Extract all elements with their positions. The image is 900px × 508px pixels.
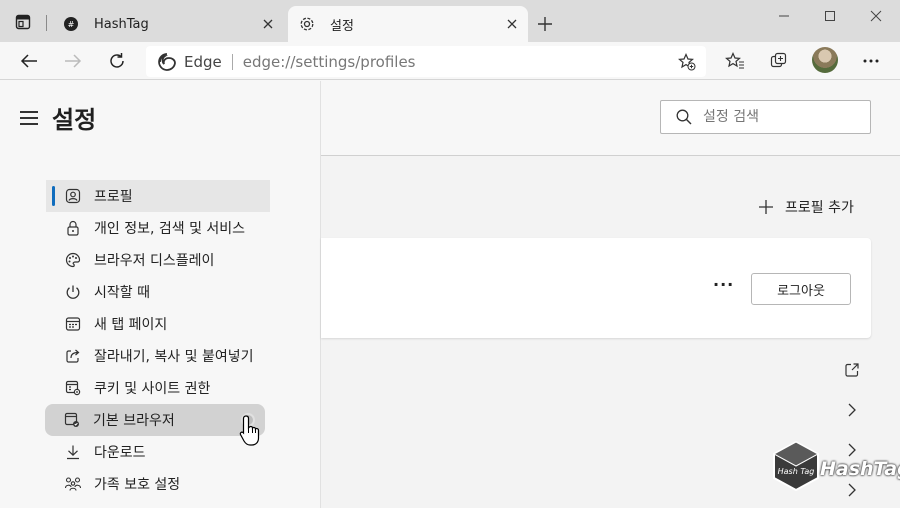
tab-title: HashTag [94, 16, 149, 32]
settings-search-box[interactable] [660, 100, 871, 134]
palette-icon [64, 251, 82, 269]
share-icon [64, 347, 82, 365]
sidebar-item-startup[interactable]: 시작할 때 [46, 276, 276, 308]
lock-icon [64, 219, 82, 237]
plus-icon [759, 200, 773, 214]
new-tab-plus-icon[interactable] [534, 13, 556, 35]
svg-text:#: # [68, 20, 75, 29]
sidebar-item-profiles[interactable]: 프로필 [46, 180, 270, 212]
profile-avatar[interactable] [812, 47, 838, 73]
tab-title: 설정 [330, 18, 354, 34]
close-tab-icon[interactable] [258, 14, 278, 34]
close-tab-icon[interactable] [502, 14, 522, 34]
content-header [321, 81, 900, 156]
tab-settings[interactable]: 설정 [288, 6, 528, 42]
address-bar[interactable]: Edge edge://settings/profiles [146, 46, 706, 77]
forward-arrow-icon[interactable] [60, 48, 86, 74]
hashtag-logo-icon: Hash Tag [772, 440, 820, 492]
gear-icon [298, 15, 316, 33]
add-profile-button[interactable]: 프로필 추가 [757, 197, 854, 217]
hashtag-favicon-icon: # [62, 15, 80, 33]
sidebar-item-label: 시작할 때 [94, 285, 150, 301]
minimize-icon[interactable] [772, 6, 796, 26]
sidebar-item-default-browser[interactable]: 기본 브라우저 [45, 404, 265, 446]
settings-sidebar: 설정 프로필 개인 정보, 검색 및 서비스 브라우저 디스플레이 시작할 때 … [0, 81, 321, 508]
sidebar-item-label: 잘라내기, 복사 및 붙여넣기 [94, 349, 254, 365]
address-divider [231, 53, 233, 70]
hashtag-watermark: Hash Tag HashTag [772, 440, 900, 500]
sidebar-item-new-tab[interactable]: 새 탭 페이지 [46, 308, 276, 340]
tab-separator [46, 15, 47, 31]
browser-name: Edge [184, 52, 222, 71]
edge-logo-icon [158, 52, 176, 71]
chevron-right-icon[interactable] [843, 401, 861, 419]
sidebar-item-privacy[interactable]: 개인 정보, 검색 및 서비스 [46, 212, 276, 244]
watermark-text: HashTag [820, 458, 900, 480]
logout-button[interactable]: 로그아웃 [751, 273, 851, 305]
tab-actions-icon[interactable] [14, 13, 32, 31]
power-icon [64, 283, 82, 301]
add-favorite-star-icon[interactable] [676, 51, 698, 73]
sidebar-item-label: 쿠키 및 사이트 권한 [94, 381, 211, 397]
url-path: settings/profiles [295, 52, 416, 71]
sidebar-item-label: 프로필 [94, 189, 133, 205]
family-icon [64, 475, 82, 493]
external-link-icon[interactable] [843, 361, 861, 379]
refresh-icon[interactable] [104, 48, 130, 74]
tab-strip: # HashTag 설정 [0, 0, 900, 42]
maximize-icon[interactable] [818, 6, 842, 26]
sidebar-item-label: 다운로드 [94, 445, 146, 461]
profile-icon [64, 187, 82, 205]
default-browser-icon [63, 411, 81, 429]
settings-nav: 프로필 개인 정보, 검색 및 서비스 브라우저 디스플레이 시작할 때 새 탭… [45, 180, 276, 500]
hamburger-menu-icon[interactable] [20, 111, 38, 125]
sidebar-item-family-safety[interactable]: 가족 보호 설정 [46, 468, 276, 500]
sidebar-item-label: 가족 보호 설정 [94, 477, 181, 493]
tab-hashtag[interactable]: # HashTag [52, 6, 284, 42]
sidebar-item-label: 새 탭 페이지 [94, 317, 168, 333]
download-icon [64, 443, 82, 461]
sidebar-item-label: 브라우저 디스플레이 [94, 253, 215, 269]
back-arrow-icon[interactable] [16, 48, 42, 74]
url-text[interactable]: edge://settings/profiles [243, 53, 676, 71]
sidebar-item-appearance[interactable]: 브라우저 디스플레이 [46, 244, 276, 276]
url-scheme: edge:// [242, 52, 296, 71]
search-icon [676, 109, 692, 125]
sidebar-item-site-permissions[interactable]: 쿠키 및 사이트 권한 [46, 372, 276, 404]
page-title: 설정 [52, 106, 97, 134]
add-profile-label: 프로필 추가 [785, 200, 854, 216]
sidebar-item-label: 개인 정보, 검색 및 서비스 [94, 221, 246, 237]
search-input[interactable] [703, 109, 843, 125]
sidebar-item-downloads[interactable]: 다운로드 [46, 436, 276, 468]
close-window-icon[interactable] [864, 6, 888, 26]
site-permissions-icon [64, 379, 82, 397]
new-tab-page-icon [64, 315, 82, 333]
profile-card: ··· 로그아웃 [321, 238, 871, 338]
more-menu-icon[interactable] [858, 48, 884, 74]
collections-icon[interactable] [766, 48, 792, 74]
sidebar-item-label: 기본 브라우저 [93, 413, 175, 429]
favorites-icon[interactable] [722, 48, 748, 74]
profile-more-options-button[interactable]: ··· [713, 277, 737, 296]
navigation-toolbar: Edge edge://settings/profiles [0, 42, 900, 80]
watermark-badge-text: Hash Tag [778, 467, 815, 476]
sidebar-item-share-copy-paste[interactable]: 잘라내기, 복사 및 붙여넣기 [46, 340, 276, 372]
